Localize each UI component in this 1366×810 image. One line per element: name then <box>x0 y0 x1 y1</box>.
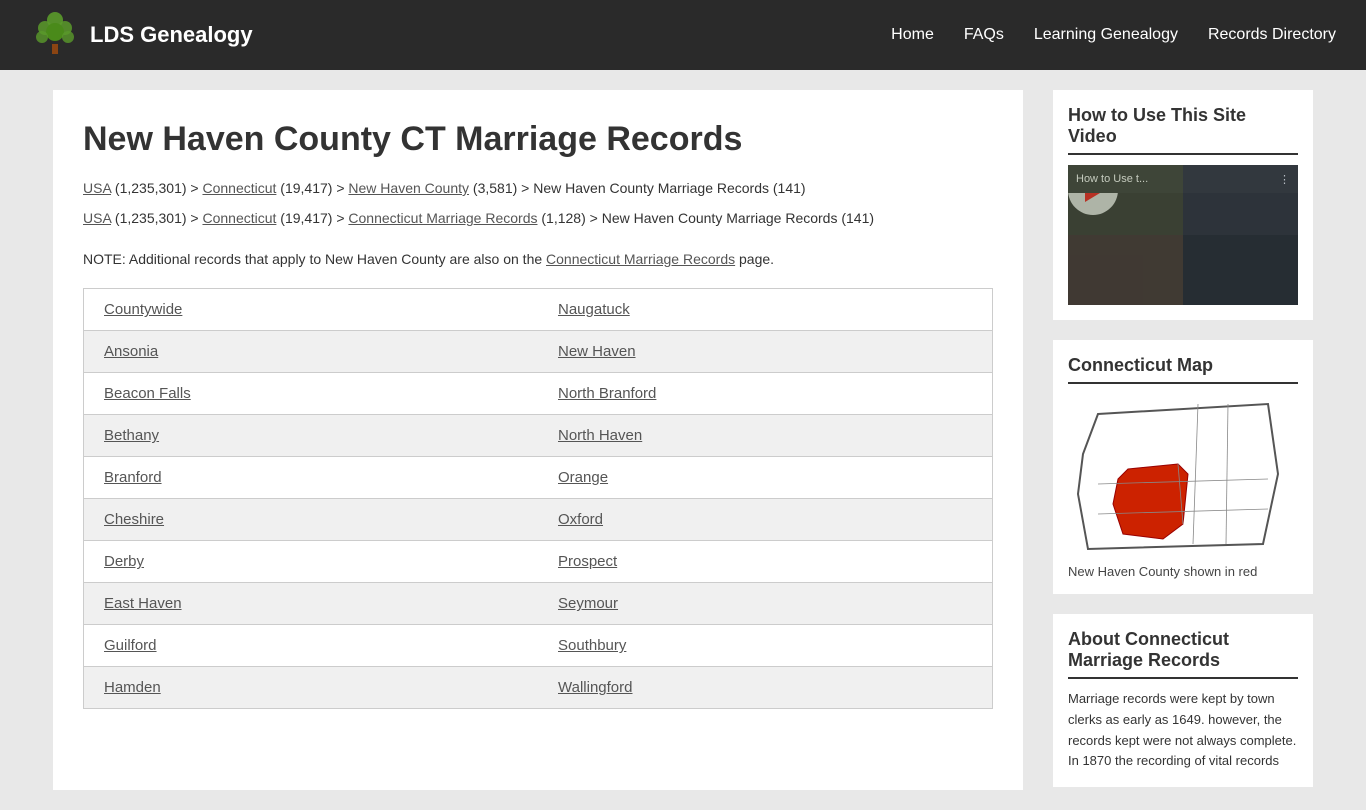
town-cell-right: Prospect <box>538 541 993 583</box>
ct-map-container: New Haven County shown in red <box>1068 394 1298 579</box>
nav-records[interactable]: Records Directory <box>1208 26 1336 44</box>
town-cell-left: Cheshire <box>84 499 539 541</box>
town-link-right[interactable]: North Haven <box>558 427 642 444</box>
town-cell-right: Orange <box>538 457 993 499</box>
page-title: New Haven County CT Marriage Records <box>83 120 993 159</box>
note-text: NOTE: Additional records that apply to N… <box>83 248 993 270</box>
main-nav: Home FAQs Learning Genealogy Records Dir… <box>891 26 1336 44</box>
video-background <box>1068 165 1298 305</box>
town-link-left[interactable]: East Haven <box>104 595 182 612</box>
table-row: Bethany North Haven <box>84 415 993 457</box>
logo-area[interactable]: LDS Genealogy <box>30 10 253 60</box>
nav-home[interactable]: Home <box>891 26 934 44</box>
town-cell-right: Naugatuck <box>538 289 993 331</box>
breadcrumb-link-ctmarriage[interactable]: Connecticut Marriage Records <box>348 210 537 226</box>
town-link-left[interactable]: Derby <box>104 553 144 570</box>
table-row: Derby Prospect <box>84 541 993 583</box>
town-link-right[interactable]: Oxford <box>558 511 603 528</box>
town-link-left[interactable]: Cheshire <box>104 511 164 528</box>
table-row: Ansonia New Haven <box>84 331 993 373</box>
town-cell-right: Seymour <box>538 583 993 625</box>
about-title: About Connecticut Marriage Records <box>1068 629 1298 679</box>
town-cell-right: Wallingford <box>538 667 993 709</box>
video-bg-3 <box>1068 235 1183 305</box>
town-link-right[interactable]: North Branford <box>558 385 656 402</box>
town-link-left[interactable]: Beacon Falls <box>104 385 191 402</box>
town-link-left[interactable]: Ansonia <box>104 343 158 360</box>
map-caption: New Haven County shown in red <box>1068 564 1298 579</box>
breadcrumb-2: USA (1,235,301) > Connecticut (19,417) >… <box>83 207 993 229</box>
breadcrumb-1: USA (1,235,301) > Connecticut (19,417) >… <box>83 177 993 199</box>
town-cell-right: North Branford <box>538 373 993 415</box>
video-bg-4 <box>1183 235 1298 305</box>
table-row: Cheshire Oxford <box>84 499 993 541</box>
map-section: Connecticut Map New Haven County shown i… <box>1053 340 1313 594</box>
site-header: LDS Genealogy Home FAQs Learning Genealo… <box>0 0 1366 70</box>
logo-text: LDS Genealogy <box>90 22 253 48</box>
town-cell-left: Hamden <box>84 667 539 709</box>
table-row: East Haven Seymour <box>84 583 993 625</box>
town-link-left[interactable]: Bethany <box>104 427 159 444</box>
town-cell-left: Countywide <box>84 289 539 331</box>
town-cell-left: Branford <box>84 457 539 499</box>
about-section: About Connecticut Marriage Records Marri… <box>1053 614 1313 787</box>
town-cell-left: Bethany <box>84 415 539 457</box>
town-cell-right: North Haven <box>538 415 993 457</box>
town-link-left[interactable]: Branford <box>104 469 162 486</box>
town-cell-right: Oxford <box>538 499 993 541</box>
video-section-title: How to Use This Site Video <box>1068 105 1298 155</box>
town-link-right[interactable]: New Haven <box>558 343 636 360</box>
breadcrumb-link-ct-2[interactable]: Connecticut <box>202 210 276 226</box>
breadcrumb-link-nhc-1[interactable]: New Haven County <box>348 180 469 196</box>
town-cell-left: Ansonia <box>84 331 539 373</box>
town-cell-left: Derby <box>84 541 539 583</box>
sidebar: How to Use This Site Video How to Use t.… <box>1053 90 1313 790</box>
map-section-title: Connecticut Map <box>1068 355 1298 384</box>
breadcrumb-link-usa-1[interactable]: USA <box>83 180 111 196</box>
town-link-right[interactable]: Wallingford <box>558 679 632 696</box>
town-cell-left: Beacon Falls <box>84 373 539 415</box>
nav-learning[interactable]: Learning Genealogy <box>1034 26 1178 44</box>
town-cell-right: New Haven <box>538 331 993 373</box>
table-row: Guilford Southbury <box>84 625 993 667</box>
ct-map-svg <box>1068 394 1298 554</box>
logo-tree-icon <box>30 10 80 60</box>
town-link-left[interactable]: Guilford <box>104 637 157 654</box>
table-row: Branford Orange <box>84 457 993 499</box>
video-thumbnail[interactable]: How to Use t... ⋮ <box>1068 165 1298 305</box>
table-row: Countywide Naugatuck <box>84 289 993 331</box>
page-wrapper: New Haven County CT Marriage Records USA… <box>33 70 1333 810</box>
towns-table: Countywide Naugatuck Ansonia New Haven B… <box>83 288 993 709</box>
town-cell-right: Southbury <box>538 625 993 667</box>
breadcrumb-link-ct-1[interactable]: Connecticut <box>202 180 276 196</box>
town-link-left[interactable]: Hamden <box>104 679 161 696</box>
town-link-right[interactable]: Orange <box>558 469 608 486</box>
town-link-left[interactable]: Countywide <box>104 301 182 318</box>
town-cell-left: East Haven <box>84 583 539 625</box>
town-link-right[interactable]: Naugatuck <box>558 301 630 318</box>
breadcrumb-link-usa-2[interactable]: USA <box>83 210 111 226</box>
town-link-right[interactable]: Prospect <box>558 553 617 570</box>
table-row: Hamden Wallingford <box>84 667 993 709</box>
nav-faqs[interactable]: FAQs <box>964 26 1004 44</box>
video-bg-2 <box>1183 165 1298 235</box>
about-text: Marriage records were kept by town clerk… <box>1068 689 1298 772</box>
ct-marriage-records-link[interactable]: Connecticut Marriage Records <box>546 251 735 267</box>
main-content: New Haven County CT Marriage Records USA… <box>53 90 1023 790</box>
video-section: How to Use This Site Video How to Use t.… <box>1053 90 1313 320</box>
video-bg-1 <box>1068 165 1183 235</box>
table-row: Beacon Falls North Branford <box>84 373 993 415</box>
town-link-right[interactable]: Southbury <box>558 637 626 654</box>
town-cell-left: Guilford <box>84 625 539 667</box>
town-link-right[interactable]: Seymour <box>558 595 618 612</box>
